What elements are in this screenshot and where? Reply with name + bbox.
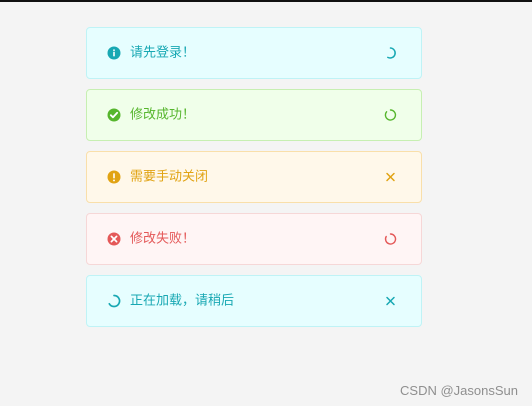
loading-spinner-icon xyxy=(384,233,397,246)
alert-warning: 需要手动关闭 xyxy=(86,151,422,203)
alert-message: 修改失败！ xyxy=(130,231,196,247)
alert-message: 修改成功！ xyxy=(130,107,196,123)
warning-icon xyxy=(107,170,121,184)
loading-spinner-icon xyxy=(384,109,397,122)
close-icon[interactable] xyxy=(384,171,397,184)
close-icon[interactable] xyxy=(384,295,397,308)
alert-message: 请先登录！ xyxy=(130,45,196,61)
alert-message: 需要手动关闭 xyxy=(130,169,209,185)
alert-success: 修改成功！ xyxy=(86,89,422,141)
alert-message: 正在加载，请稍后 xyxy=(130,293,235,309)
check-circle-icon xyxy=(107,108,121,122)
alert-info: 请先登录！ xyxy=(86,27,422,79)
alert-list: 请先登录！ 修改成功！ 需要手动关闭 修改失败！ 正在加载，请稍后 xyxy=(86,27,422,337)
alert-error: 修改失败！ xyxy=(86,213,422,265)
info-icon xyxy=(107,46,121,60)
watermark-text: CSDN @JasonsSun xyxy=(400,383,518,398)
error-icon xyxy=(107,232,121,246)
loading-icon xyxy=(107,294,121,308)
alert-loading: 正在加载，请稍后 xyxy=(86,275,422,327)
loading-spinner-icon xyxy=(384,47,397,60)
top-border xyxy=(0,0,532,2)
